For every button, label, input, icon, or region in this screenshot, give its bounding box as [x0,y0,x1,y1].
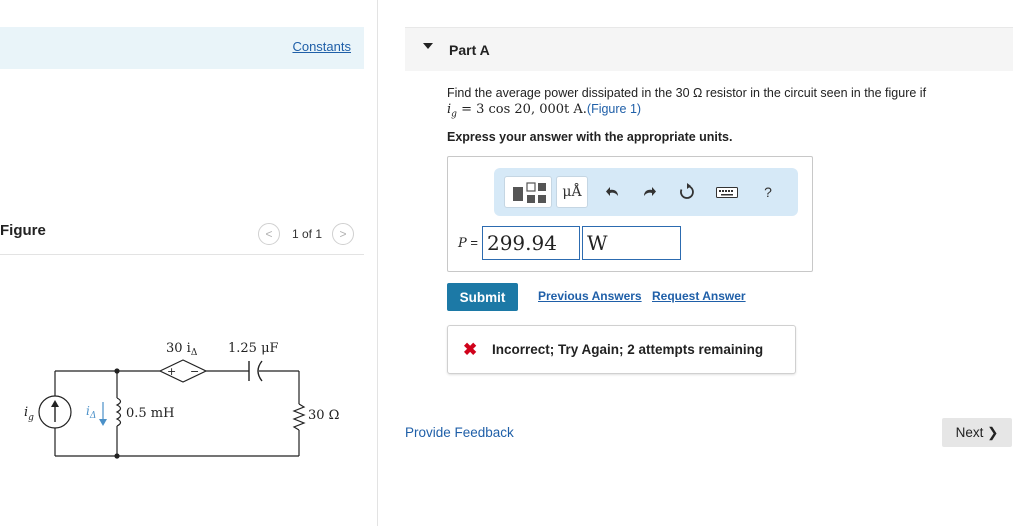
left-pane: Constants Figure < 1 of 1 > ig + − 30 iΔ… [0,0,378,526]
answer-unit-input[interactable]: W [581,226,681,260]
prev-figure-button[interactable]: < [258,223,280,245]
redo-icon[interactable] [637,180,661,204]
help-button[interactable]: ? [756,180,780,204]
svg-text:+: + [167,365,176,378]
feedback-message: Incorrect; Try Again; 2 attempts remaini… [492,342,764,357]
question-text: Find the average power dissipated in the… [447,86,927,120]
current-source [38,395,72,429]
next-button[interactable]: Next ❯ [942,418,1012,447]
resistor [292,403,306,431]
math-toolbar: μÅ ? [494,168,798,216]
capacitor-label: 1.25 μF [228,341,279,356]
figure-page-count: 1 of 1 [292,227,323,241]
circuit-diagram: ig + − 30 iΔ 1.25 μF 0.5 mH iΔ 30 Ω [24,341,339,459]
request-answer-link[interactable]: Request Answer [652,289,746,303]
units-button[interactable]: μÅ [556,176,588,208]
answer-box: μÅ ? P = 299.94 W [447,156,813,272]
answer-row: P = 299.94 W [458,225,681,261]
figure-heading: Figure [0,222,46,239]
dependent-source-label: 30 iΔ [166,341,198,358]
svg-text:−: − [190,365,199,378]
templates-icon [513,182,546,203]
part-title: Part A [449,42,490,58]
part-header[interactable]: Part A [405,27,1013,71]
node-dot [114,368,120,374]
reset-icon[interactable] [675,180,699,204]
answer-label: P = [458,235,478,251]
resistor-label: 30 Ω [308,408,339,423]
node-dot [114,453,120,459]
undo-icon[interactable] [601,180,625,204]
keyboard-icon[interactable] [713,180,741,204]
templates-button[interactable] [504,176,552,208]
constants-link[interactable]: Constants [292,39,351,54]
next-figure-button[interactable]: > [332,223,355,245]
inductor-label: 0.5 mH [126,406,174,421]
previous-answers-link[interactable]: Previous Answers [538,289,642,303]
error-x-icon: ✖ [463,340,478,359]
submit-button[interactable]: Submit [447,283,518,311]
inductor [115,397,122,427]
figure-link[interactable]: (Figure 1) [587,102,641,116]
answer-value-input[interactable]: 299.94 [481,226,580,260]
feedback-message-box: ✖ Incorrect; Try Again; 2 attempts remai… [447,325,796,374]
figure-pager: < 1 of 1 > [258,223,355,245]
provide-feedback-link[interactable]: Provide Feedback [405,425,514,440]
collapse-triangle-icon[interactable] [423,43,433,49]
figure-divider [0,254,364,255]
current-arrow-icon [99,402,107,426]
instructions: Express your answer with the appropriate… [447,130,733,144]
constants-bar: Constants [0,27,364,69]
equation: ig = 3 cos 20, 000t A. [447,102,587,120]
dependent-voltage-source: + − [158,359,208,383]
current-label: iΔ [86,404,96,421]
source-label: ig [24,405,34,423]
